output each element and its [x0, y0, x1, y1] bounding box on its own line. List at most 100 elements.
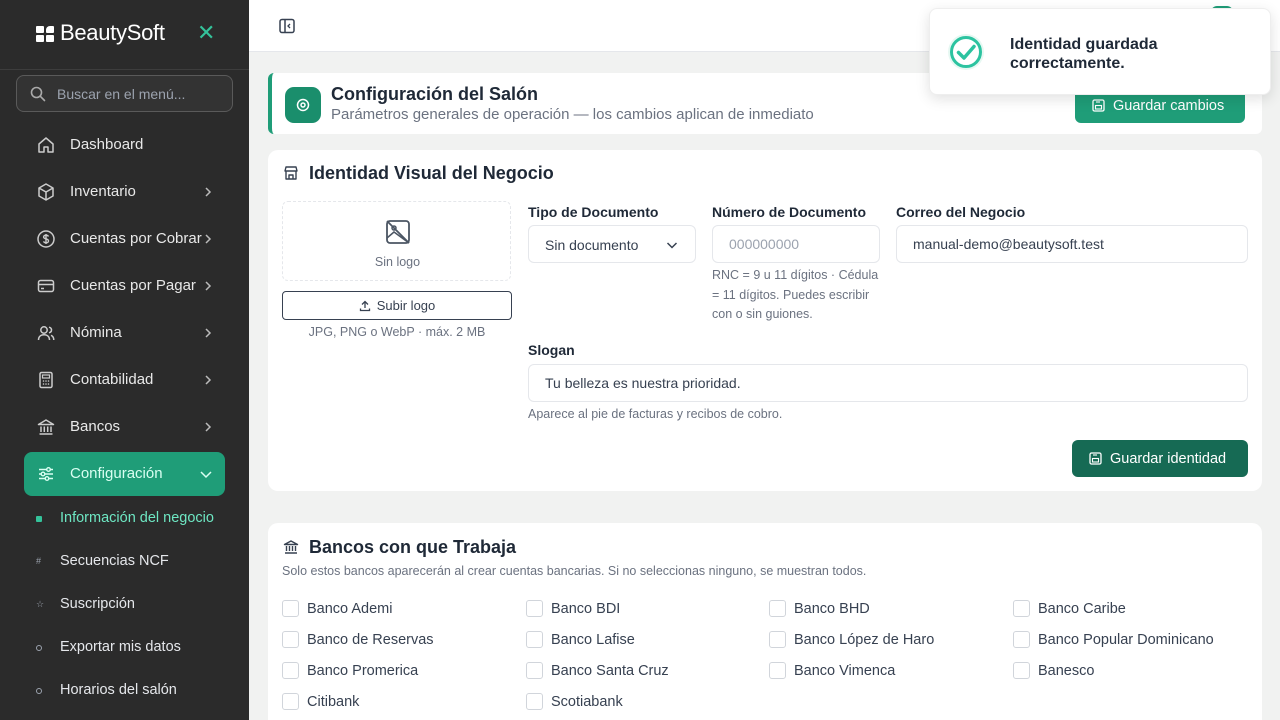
store-icon — [284, 166, 298, 180]
email-label: Correo del Negocio — [896, 204, 1026, 220]
chevron-right-icon — [205, 234, 212, 244]
doc-number-input[interactable] — [712, 225, 880, 263]
clock-icon — [36, 688, 42, 694]
bank-checkbox[interactable]: Banco Vimenca — [769, 661, 989, 681]
slogan-label: Slogan — [528, 342, 575, 358]
sidebar-subitem-exportar[interactable]: Exportar mis datos — [36, 637, 236, 659]
success-toast[interactable]: Identidad guardada correctamente. — [929, 8, 1271, 95]
bank-checkbox[interactable]: Banco de Reservas — [282, 630, 502, 650]
brand-name: BeautySoft — [60, 20, 165, 45]
menu-search[interactable] — [16, 75, 233, 112]
banks-title: Bancos con que Trabaja — [309, 537, 517, 557]
bank-label: Banco BHD — [794, 601, 870, 617]
bank-icon — [283, 540, 299, 554]
users-icon — [37, 326, 55, 341]
chevron-right-icon — [205, 328, 212, 338]
close-icon[interactable]: ✕ — [197, 22, 215, 44]
checkbox[interactable] — [282, 600, 299, 617]
sidebar-subitem-horarios[interactable]: Horarios del salón — [36, 680, 236, 702]
checkbox[interactable] — [769, 631, 786, 648]
bank-label: Banco Promerica — [307, 663, 419, 679]
checkbox[interactable] — [769, 600, 786, 617]
sidebar-item-cuentas-pagar[interactable]: Cuentas por Pagar — [24, 264, 225, 308]
sidebar-item-label: Configuración — [70, 465, 163, 482]
sidebar-subitem-label: Secuencias NCF — [60, 553, 169, 569]
bank-checkbox[interactable]: Banesco — [1013, 661, 1243, 681]
calculator-icon — [39, 371, 53, 389]
page-subtitle: Parámetros generales de operación — los … — [331, 106, 814, 123]
checkbox[interactable] — [1013, 662, 1030, 679]
brand-logo-icon — [36, 26, 54, 42]
checkbox[interactable] — [526, 662, 543, 679]
bank-checkbox[interactable]: Banco Caribe — [1013, 599, 1243, 619]
bank-checkbox[interactable]: Banco Santa Cruz — [526, 661, 746, 681]
sidebar-subitem-secuencias-ncf[interactable]: # Secuencias NCF — [36, 551, 236, 573]
bank-checkbox[interactable]: Scotiabank — [526, 692, 746, 712]
bank-label: Banco Ademi — [307, 601, 393, 617]
upload-hint: JPG, PNG o WebP · máx. 2 MB — [308, 325, 486, 339]
checkbox[interactable] — [1013, 600, 1030, 617]
save-identity-button[interactable]: Guardar identidad — [1072, 440, 1248, 477]
bank-label: Banco Popular Dominicano — [1038, 632, 1214, 648]
bank-checkbox[interactable]: Banco Ademi — [282, 599, 502, 619]
search-icon — [30, 86, 46, 102]
checkbox[interactable] — [526, 631, 543, 648]
checkbox[interactable] — [282, 631, 299, 648]
checkbox[interactable] — [526, 600, 543, 617]
sidebar-item-contabilidad[interactable]: Contabilidad — [24, 358, 225, 402]
doc-type-select[interactable]: Sin documento — [528, 225, 696, 263]
bank-checkbox[interactable]: Banco Popular Dominicano — [1013, 630, 1243, 650]
sidebar-subitem-label: Horarios del salón — [60, 682, 177, 698]
doc-type-label: Tipo de Documento — [528, 204, 659, 220]
bank-icon — [37, 419, 55, 435]
toast-message: Identidad guardada correctamente. — [1010, 36, 1158, 72]
checkbox[interactable] — [526, 693, 543, 710]
card-icon — [37, 279, 55, 293]
settings-icon — [285, 87, 321, 123]
menu-search-input[interactable] — [57, 76, 227, 111]
bank-label: Banco Santa Cruz — [551, 663, 669, 679]
bank-checkbox[interactable]: Banco BHD — [769, 599, 989, 619]
sidebar-item-label: Dashboard — [70, 136, 144, 153]
checkbox[interactable] — [1013, 631, 1030, 648]
save-icon — [1092, 99, 1105, 112]
bullet-icon — [36, 516, 42, 522]
no-logo-label: Sin logo — [374, 255, 421, 269]
email-field[interactable] — [896, 225, 1248, 263]
sidebar-item-label: Nómina — [70, 324, 122, 341]
sidebar-item-label: Contabilidad — [70, 371, 154, 388]
bank-label: Banco BDI — [551, 601, 621, 617]
bank-label: Banco Caribe — [1038, 601, 1126, 617]
checkbox[interactable] — [282, 693, 299, 710]
sidebar-item-cuentas-cobrar[interactable]: Cuentas por Cobrar — [24, 217, 225, 261]
bank-label: Banesco — [1038, 663, 1095, 679]
sidebar-toggle-icon[interactable] — [279, 18, 295, 34]
check-circle-icon — [948, 34, 984, 70]
doc-number-hint: RNC = 9 u 11 dígitos · Cédula = 11 dígit… — [712, 268, 879, 321]
sidebar-item-configuracion[interactable]: Configuración — [24, 452, 225, 496]
sidebar-item-bancos[interactable]: Bancos — [24, 405, 225, 449]
sidebar-item-inventario[interactable]: Inventario — [24, 170, 225, 214]
sidebar: BeautySoft ✕ Dashboard Inventario Cuenta… — [0, 0, 249, 720]
sidebar-item-label: Cuentas por Cobrar — [70, 230, 202, 247]
checkbox[interactable] — [282, 662, 299, 679]
bank-checkbox[interactable]: Banco Promerica — [282, 661, 502, 681]
bank-checkbox[interactable]: Banco López de Haro — [769, 630, 989, 650]
sidebar-item-nomina[interactable]: Nómina — [24, 311, 225, 355]
bank-checkbox[interactable]: Banco Lafise — [526, 630, 746, 650]
hash-icon: # — [36, 556, 42, 566]
checkbox[interactable] — [769, 662, 786, 679]
upload-logo-button[interactable]: Subir logo — [282, 291, 512, 320]
banks-description: Solo estos bancos aparecerán al crear cu… — [282, 564, 867, 578]
bank-checkbox[interactable]: Citibank — [282, 692, 502, 712]
bank-checkbox[interactable]: Banco BDI — [526, 599, 746, 619]
chevron-down-icon — [666, 242, 678, 249]
brand-header: BeautySoft ✕ — [0, 0, 249, 70]
sidebar-item-label: Cuentas por Pagar — [70, 277, 196, 294]
logo-placeholder: Sin logo — [282, 201, 511, 281]
sidebar-subitem-info-negocio[interactable]: Información del negocio — [36, 508, 236, 530]
dollar-circle-icon — [37, 230, 55, 248]
sidebar-item-dashboard[interactable]: Dashboard — [24, 123, 225, 167]
sidebar-subitem-suscripcion[interactable]: ☆ Suscripción — [36, 594, 236, 616]
slogan-field[interactable] — [528, 364, 1248, 402]
